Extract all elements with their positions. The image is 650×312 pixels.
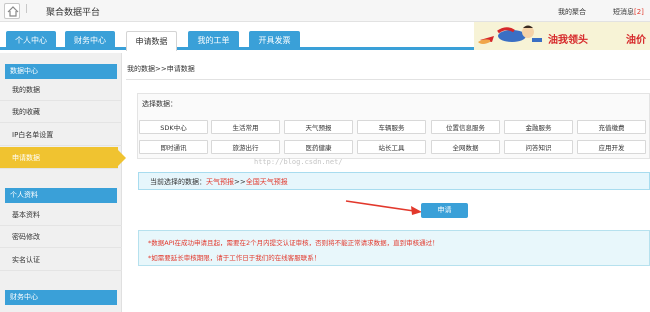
sidebar-item-my-data[interactable]: 我的数据 [0, 79, 122, 101]
notice-text: *如需要延长审核期限，请于工作日于我们的在线客服联系！ [148, 254, 321, 262]
category-chip[interactable]: 旅游出行 [211, 140, 280, 154]
sidebar-item-change-password[interactable]: 密码修改 [0, 226, 122, 248]
app-title: 聚合数据平台 [46, 8, 101, 18]
category-chip[interactable]: 位置信息服务 [431, 120, 500, 134]
category-chip[interactable]: 应用开发 [577, 140, 646, 154]
arrow-annotation [345, 200, 422, 215]
top-bar: | 聚合数据平台 我的聚合 短消息[2] [0, 0, 650, 22]
breadcrumb: 我的数据>>申请数据 [127, 65, 195, 73]
category-chip[interactable]: 充值缴费 [577, 120, 646, 134]
banner-text-1: 油我领头 [548, 35, 588, 46]
messages-link[interactable]: 短消息[2] [613, 7, 644, 17]
category-chip[interactable]: 问答知识 [504, 140, 573, 154]
category-chip[interactable]: 即时通讯 [139, 140, 208, 154]
category-chip[interactable]: 天气预报 [284, 120, 353, 134]
watermark: http://blog.csdn.net/ [254, 158, 343, 166]
current-item: 全国天气预报 [245, 178, 288, 186]
messages-count-badge: [2] [634, 8, 644, 16]
superhero-illustration [478, 25, 542, 44]
category-chip[interactable]: 生活常用 [211, 120, 280, 134]
banner-text-2: 油价 [626, 35, 646, 46]
sidebar-item-ip-whitelist[interactable]: IP白名单设置 [0, 124, 122, 146]
tab-apply-data[interactable]: 申请数据 [126, 31, 177, 51]
sidebar-section-finance[interactable]: 财务中心 [5, 290, 117, 305]
my-account-link[interactable]: 我的聚合 [558, 7, 586, 17]
current-separator: >> [234, 178, 246, 186]
sidebar-item-verification[interactable]: 实名认证 [0, 249, 122, 271]
home-icon [7, 6, 19, 17]
category-chip[interactable]: SDK中心 [139, 120, 208, 134]
sidebar: 数据中心 我的数据 我的收藏 IP白名单设置 申请数据 个人资料 基本资料 密码… [0, 53, 126, 312]
notice-text: *数据API在成功申请且起，需要在2个月内提交认证审核，否则将不能正常请求数据，… [148, 239, 439, 247]
category-chip[interactable]: 站长工具 [357, 140, 426, 154]
sidebar-section-profile[interactable]: 个人资料 [5, 188, 117, 203]
select-data-label: 选择数据： [142, 100, 177, 108]
main-nav: 个人中心 财务中心 申请数据 我的工单 开具发票 油我领头 油价 [0, 22, 650, 51]
home-button[interactable] [4, 3, 20, 19]
current-category: 天气预报 [206, 178, 234, 186]
sidebar-section-data-center[interactable]: 数据中心 [5, 64, 117, 79]
category-chip[interactable]: 全网数据 [431, 140, 500, 154]
category-chip[interactable]: 医药健康 [284, 140, 353, 154]
promo-banner[interactable]: 油我领头 油价 [474, 22, 650, 50]
separator: | [25, 4, 29, 14]
tab-invoice[interactable]: 开具发票 [249, 31, 300, 50]
messages-label: 短消息 [613, 8, 634, 16]
current-selection-prefix: 当前选择的数据： [150, 178, 206, 186]
divider [126, 79, 650, 80]
apply-button[interactable]: 申请 [421, 203, 468, 218]
tab-my-tickets[interactable]: 我的工单 [188, 31, 239, 50]
category-chip[interactable]: 金融服务 [504, 120, 573, 134]
sidebar-item-apply-data[interactable]: 申请数据 [0, 147, 126, 169]
sidebar-item-favorites[interactable]: 我的收藏 [0, 101, 122, 123]
tab-finance-center[interactable]: 财务中心 [65, 31, 115, 50]
category-chip[interactable]: 车辆服务 [357, 120, 426, 134]
sidebar-item-basic-info[interactable]: 基本资料 [0, 204, 122, 226]
tab-personal-center[interactable]: 个人中心 [6, 31, 56, 50]
current-selection: 当前选择的数据：天气预报>>全国天气预报 [150, 177, 288, 187]
